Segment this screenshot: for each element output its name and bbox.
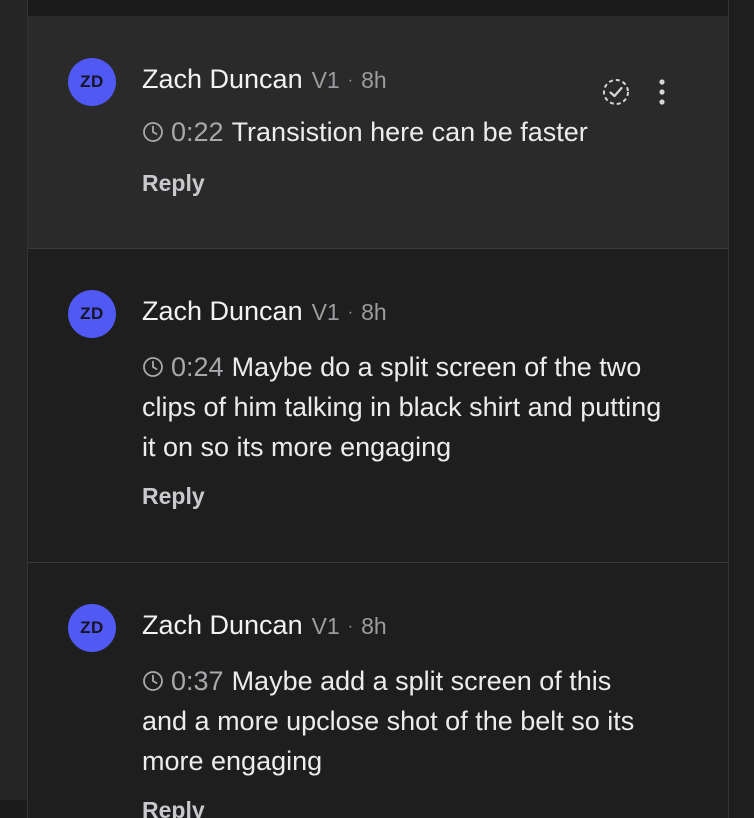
avatar[interactable]: ZD [68,290,116,338]
reply-button[interactable]: Reply [142,483,205,510]
review-stage: ZD Zach Duncan V1 · 8h 0:22 Transistion … [0,0,754,818]
video-timestamp-link[interactable]: 0:37 [171,666,224,696]
avatar[interactable]: ZD [68,58,116,106]
meta-separator: · [347,304,354,321]
comment-author[interactable]: Zach Duncan [142,64,303,95]
video-timestamp-link[interactable]: 0:24 [171,352,224,382]
comments-panel: ZD Zach Duncan V1 · 8h 0:22 Transistion … [27,0,728,818]
left-gutter [0,0,27,800]
panel-right-border [728,0,729,818]
comment-item[interactable]: ZD Zach Duncan V1 · 8h 0:22 Transistion … [28,16,728,249]
comment-author[interactable]: Zach Duncan [142,610,303,641]
comment-body: 0:37 Maybe add a split screen of this and… [142,661,662,781]
clock-icon [142,663,164,691]
comment-actions [602,78,666,111]
comment-body: 0:22 Transistion here can be faster [142,112,662,152]
left-gutter-bottom [0,800,27,818]
version-badge: V1 [311,613,340,639]
version-badge: V1 [311,67,340,93]
comment-header: Zach Duncan V1 · 8h [142,296,387,327]
comment-age: 8h [361,299,387,325]
comment-age: 8h [361,613,387,639]
panel-top-strip [28,0,728,16]
meta-separator: · [347,618,354,635]
comment-age: 8h [361,67,387,93]
meta-separator: · [347,72,354,89]
comment-author[interactable]: Zach Duncan [142,296,303,327]
resolve-check-icon[interactable] [602,78,630,111]
comment-text: Transistion here can be faster [231,117,588,147]
reply-button[interactable]: Reply [142,797,205,818]
more-vertical-icon[interactable] [658,78,666,111]
comment-header: Zach Duncan V1 · 8h [142,610,387,641]
version-badge: V1 [311,299,340,325]
comment-item[interactable]: ZD Zach Duncan V1 · 8h 0:37 Maybe add a s… [28,563,728,818]
video-timestamp-link[interactable]: 0:22 [171,117,224,147]
clock-icon [142,114,164,142]
avatar[interactable]: ZD [68,604,116,652]
clock-icon [142,349,164,377]
comment-body: 0:24 Maybe do a split screen of the two c… [142,347,662,467]
comment-header: Zach Duncan V1 · 8h [142,64,387,95]
comment-item[interactable]: ZD Zach Duncan V1 · 8h 0:24 Maybe do a sp… [28,249,728,563]
right-gutter [728,0,754,818]
reply-button[interactable]: Reply [142,170,205,197]
